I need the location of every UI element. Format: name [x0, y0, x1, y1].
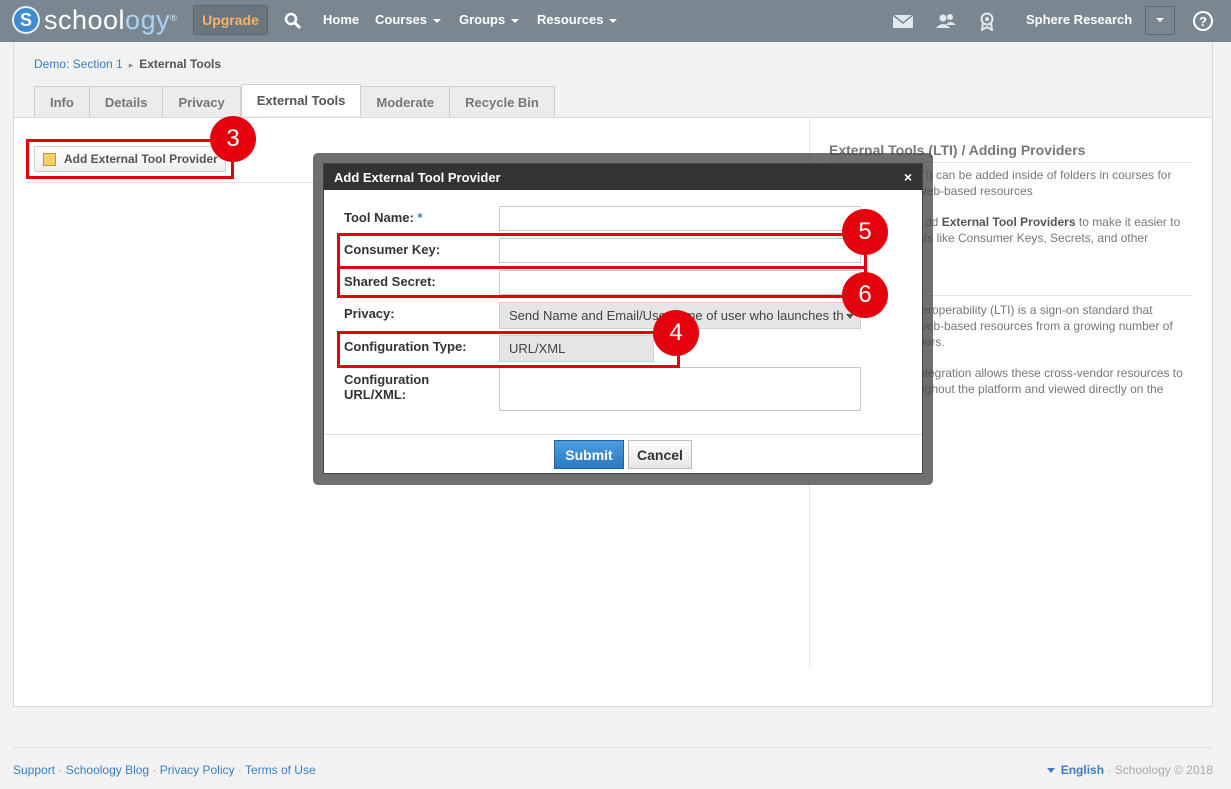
footer-blog-link[interactable]: Schoology Blog: [66, 763, 149, 777]
annotation-box-3: [26, 139, 234, 179]
required-marker: *: [417, 210, 423, 225]
search-icon[interactable]: [283, 11, 303, 31]
chevron-down-icon: [433, 18, 442, 23]
nav-courses[interactable]: Courses: [375, 12, 442, 27]
dialog-title-bar: Add External Tool Provider ×: [324, 164, 922, 190]
logo-mark: S: [12, 6, 40, 34]
section-tabs: Info Details Privacy External Tools Mode…: [34, 84, 555, 117]
submit-button[interactable]: Submit: [554, 440, 624, 469]
dialog-title: Add External Tool Provider: [334, 169, 501, 185]
configuration-url-label: Configuration URL/XML:: [344, 372, 430, 402]
chevron-down-icon: [1046, 768, 1055, 774]
annotation-box-6: [337, 266, 867, 298]
nav-groups[interactable]: Groups: [459, 12, 520, 27]
configuration-url-textarea[interactable]: [499, 367, 861, 411]
annotation-badge-6: 6: [842, 272, 888, 318]
chevron-down-icon: [609, 18, 618, 23]
add-external-tool-provider-dialog: Add External Tool Provider × Tool Name: …: [323, 163, 923, 474]
breadcrumb: Demo: Section 1 ▸ External Tools: [34, 57, 221, 71]
nav-home[interactable]: Home: [323, 12, 359, 27]
footer-terms-link[interactable]: Terms of Use: [245, 763, 316, 777]
footer-divider: [13, 747, 1213, 748]
footer-meta: English · Schoology © 2018: [1046, 763, 1213, 777]
nav-resources[interactable]: Resources: [537, 12, 618, 27]
chevron-down-icon: [511, 18, 520, 23]
annotation-box-4: [337, 331, 680, 368]
dialog-footer-divider: [324, 434, 922, 435]
annotation-badge-4: 4: [653, 310, 699, 356]
copyright: Schoology © 2018: [1114, 763, 1213, 777]
chevron-down-icon: [1156, 18, 1164, 22]
tab-recycle-bin[interactable]: Recycle Bin: [450, 86, 555, 117]
cancel-button[interactable]: Cancel: [628, 440, 692, 469]
upgrade-button[interactable]: Upgrade: [193, 5, 268, 35]
footer-support-link[interactable]: Support: [13, 763, 55, 777]
tool-name-label: Tool Name: *: [344, 210, 423, 225]
tab-info[interactable]: Info: [34, 86, 90, 117]
user-menu-dropdown[interactable]: [1145, 6, 1175, 35]
logo-wordmark: schoology®: [44, 4, 178, 35]
breadcrumb-arrow-icon: ▸: [128, 60, 134, 70]
footer-links: Support · Schoology Blog · Privacy Polic…: [13, 763, 316, 777]
help-icon[interactable]: ?: [1193, 11, 1213, 31]
top-navigation-bar: S schoology® Upgrade Home Courses Groups…: [0, 0, 1231, 42]
tool-name-input[interactable]: [499, 206, 861, 231]
breadcrumb-current: External Tools: [139, 57, 222, 71]
privacy-label: Privacy:: [344, 306, 395, 321]
annotation-badge-3: 3: [210, 116, 256, 162]
annotation-box-5: [337, 233, 867, 269]
breadcrumb-parent-link[interactable]: Demo: Section 1: [34, 57, 123, 71]
notifications-icon[interactable]: [976, 11, 998, 31]
tab-external-tools[interactable]: External Tools: [240, 84, 362, 116]
user-name[interactable]: Sphere Research: [1026, 12, 1132, 27]
footer-privacy-link[interactable]: Privacy Policy: [160, 763, 235, 777]
connections-icon[interactable]: [935, 11, 957, 31]
annotation-badge-5: 5: [842, 209, 888, 255]
close-icon[interactable]: ×: [904, 169, 912, 185]
tab-moderate[interactable]: Moderate: [361, 86, 451, 117]
tab-details[interactable]: Details: [89, 86, 164, 117]
language-selector[interactable]: English: [1061, 763, 1104, 777]
schoology-logo[interactable]: S schoology®: [12, 5, 177, 35]
messages-icon[interactable]: [892, 11, 914, 31]
tab-privacy[interactable]: Privacy: [163, 86, 241, 117]
